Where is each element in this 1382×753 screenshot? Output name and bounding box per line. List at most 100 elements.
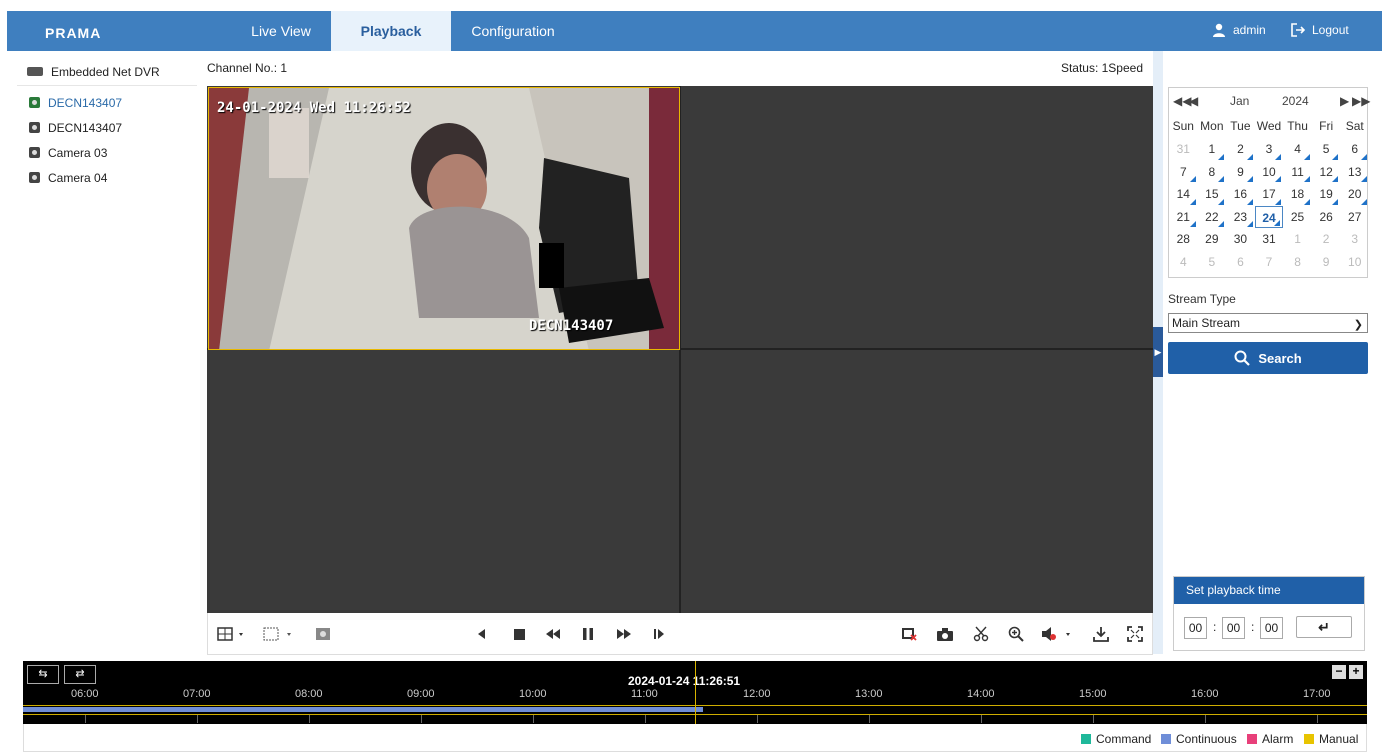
calendar-day[interactable]: 4 xyxy=(1169,251,1198,274)
next-month-icon[interactable]: ▶ xyxy=(1340,94,1349,108)
calendar-day[interactable]: 26 xyxy=(1312,206,1341,229)
window-layout-button[interactable] xyxy=(216,625,248,643)
calendar-day[interactable]: 8 xyxy=(1283,251,1312,274)
search-icon xyxy=(1234,350,1251,366)
calendar-day[interactable]: 6 xyxy=(1226,251,1255,274)
calendar-month: Jan xyxy=(1230,94,1250,108)
hour-input[interactable]: 00 xyxy=(1184,617,1207,639)
calendar-day[interactable]: 15 xyxy=(1198,183,1227,206)
search-button[interactable]: Search xyxy=(1168,342,1368,374)
calendar-day[interactable]: 31 xyxy=(1169,138,1198,161)
timeline-zoom-in[interactable]: + xyxy=(1349,665,1363,679)
collapse-panel-button[interactable]: ▶ xyxy=(1153,327,1163,377)
go-button[interactable]: ↵ xyxy=(1296,616,1352,638)
calendar-day[interactable]: 4 xyxy=(1283,138,1312,161)
calendar-day[interactable]: 25 xyxy=(1283,206,1312,229)
calendar-day[interactable]: 10 xyxy=(1340,251,1369,274)
channel-item-4[interactable]: Camera 04 xyxy=(17,165,197,190)
channel-item-3[interactable]: Camera 03 xyxy=(17,140,197,165)
calendar-day[interactable]: 10 xyxy=(1255,161,1284,184)
timeline-async-button[interactable]: ⇄ xyxy=(64,665,96,684)
calendar-day[interactable]: 30 xyxy=(1226,228,1255,251)
channel-item-1[interactable]: DECN143407 xyxy=(17,90,197,115)
tab-configuration[interactable]: Configuration xyxy=(451,11,575,51)
capture-pictures-button[interactable] xyxy=(314,625,332,643)
calendar-day[interactable]: 11 xyxy=(1283,161,1312,184)
second-input[interactable]: 00 xyxy=(1260,617,1283,639)
calendar-day[interactable]: 2 xyxy=(1226,138,1255,161)
video-grid: 24-01-2024 Wed 11:26:52 DECN143407 xyxy=(207,86,1153,613)
weekday-header: Wed xyxy=(1256,119,1282,133)
calendar-day[interactable]: 20 xyxy=(1340,183,1369,206)
set-playback-time-popup: Set playback time 00 : 00 : 00 ↵ xyxy=(1173,576,1365,651)
timeline-tick-label: 15:00 xyxy=(1079,688,1107,700)
video-window-1[interactable]: 24-01-2024 Wed 11:26:52 DECN143407 xyxy=(208,87,680,350)
calendar-day[interactable]: 29 xyxy=(1198,228,1227,251)
camera-icon xyxy=(29,122,40,133)
calendar-day[interactable]: 14 xyxy=(1169,183,1198,206)
prev-month-icon[interactable]: ◀ xyxy=(1189,94,1198,108)
timeline-tick-mark xyxy=(1317,715,1318,723)
dvr-root-node[interactable]: Embedded Net DVR xyxy=(17,58,197,86)
pause-button[interactable] xyxy=(579,625,597,643)
calendar-day[interactable]: 5 xyxy=(1198,251,1227,274)
tab-live-view[interactable]: Live View xyxy=(231,11,331,51)
download-button[interactable] xyxy=(1092,625,1110,643)
tab-playback[interactable]: Playback xyxy=(331,11,451,51)
camera-icon xyxy=(29,147,40,158)
calendar-day[interactable]: 31 xyxy=(1255,228,1284,251)
audio-button[interactable] xyxy=(1041,625,1075,643)
calendar-day[interactable]: 17 xyxy=(1255,183,1284,206)
slow-forward-button[interactable] xyxy=(544,625,562,643)
minute-input[interactable]: 00 xyxy=(1222,617,1245,639)
timeline-cursor[interactable] xyxy=(695,661,696,724)
timeline-zoom-out[interactable]: − xyxy=(1332,665,1346,679)
digital-zoom-button[interactable] xyxy=(1007,625,1025,643)
timeline-tick-mark xyxy=(85,715,86,723)
channel-item-2[interactable]: DECN143407 xyxy=(17,115,197,140)
calendar-day[interactable]: 1 xyxy=(1198,138,1227,161)
reverse-play-button[interactable] xyxy=(472,625,490,643)
capture-button[interactable] xyxy=(936,625,954,643)
calendar-day[interactable]: 3 xyxy=(1255,138,1284,161)
user-menu[interactable]: admin xyxy=(1212,23,1266,37)
stop-all-button[interactable] xyxy=(263,625,297,643)
calendar-day[interactable]: 6 xyxy=(1340,138,1369,161)
calendar-day[interactable]: 12 xyxy=(1312,161,1341,184)
slow-icon xyxy=(546,629,560,639)
calendar-day[interactable]: 9 xyxy=(1226,161,1255,184)
calendar-day[interactable]: 18 xyxy=(1283,183,1312,206)
stream-type-select[interactable]: Main Stream ❯ xyxy=(1168,313,1368,333)
fast-forward-button[interactable] xyxy=(615,625,633,643)
chevron-down-icon: ❯ xyxy=(1353,319,1363,331)
next-year-icon[interactable]: ▶▶ xyxy=(1352,94,1370,108)
fullscreen-button[interactable] xyxy=(1126,625,1144,643)
logout-button[interactable]: Logout xyxy=(1291,23,1349,37)
calendar-day[interactable]: 21 xyxy=(1169,206,1198,229)
legend-label: Manual xyxy=(1319,732,1359,746)
timeline-sync-button[interactable]: ⇆ xyxy=(27,665,59,684)
calendar-day[interactable]: 5 xyxy=(1312,138,1341,161)
calendar-day[interactable]: 23 xyxy=(1226,206,1255,229)
calendar-day-selected[interactable]: 24 xyxy=(1254,205,1284,228)
calendar-day[interactable]: 3 xyxy=(1340,228,1369,251)
calendar-day[interactable]: 27 xyxy=(1340,206,1369,229)
stop-button[interactable] xyxy=(510,625,528,643)
calendar-day[interactable]: 7 xyxy=(1255,251,1284,274)
calendar-day[interactable]: 19 xyxy=(1312,183,1341,206)
timeline-tick-label: 14:00 xyxy=(967,688,995,700)
calendar-day[interactable]: 7 xyxy=(1169,161,1198,184)
calendar-day[interactable]: 8 xyxy=(1198,161,1227,184)
clip-button[interactable] xyxy=(972,625,990,643)
calendar-day[interactable]: 2 xyxy=(1312,228,1341,251)
calendar-day[interactable]: 22 xyxy=(1198,206,1227,229)
calendar-day[interactable]: 16 xyxy=(1226,183,1255,206)
timeline[interactable]: ⇆ ⇄ 2024-01-24 11:26:51 − + 06:00 07:00 08… xyxy=(23,661,1367,724)
calendar-day[interactable]: 13 xyxy=(1340,161,1369,184)
single-frame-button[interactable] xyxy=(650,625,668,643)
calendar-day[interactable]: 9 xyxy=(1312,251,1341,274)
stop-all-playback-button[interactable] xyxy=(900,625,918,643)
calendar-day[interactable]: 1 xyxy=(1283,228,1312,251)
weekday-header: Sat xyxy=(1345,119,1364,133)
calendar-day[interactable]: 28 xyxy=(1169,228,1198,251)
